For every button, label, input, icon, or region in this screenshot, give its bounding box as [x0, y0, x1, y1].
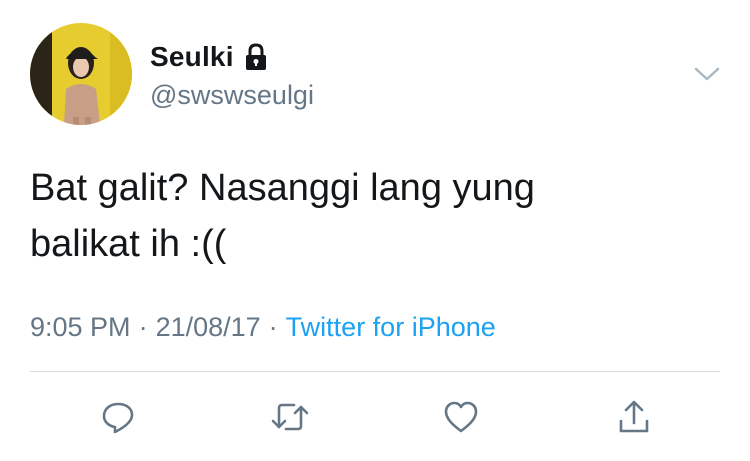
reply-button[interactable]	[98, 397, 138, 437]
lock-icon	[244, 43, 268, 71]
user-name-row: Seulki	[150, 40, 268, 74]
tweet-date: 21/08/17	[155, 312, 261, 342]
user-handle[interactable]: @swswseulgi	[150, 80, 314, 111]
tweet-text-line: balikat ih :((	[30, 223, 227, 265]
chevron-down-icon[interactable]	[693, 64, 721, 84]
like-button[interactable]	[441, 397, 481, 437]
share-icon	[617, 399, 651, 435]
avatar-photo	[30, 23, 132, 125]
retweet-icon	[270, 400, 310, 434]
tweet-source-link[interactable]: Twitter for iPhone	[286, 312, 496, 342]
heart-icon	[443, 400, 479, 434]
reply-icon	[101, 400, 135, 434]
tweet-meta: 9:05 PM · 21/08/17 · Twitter for iPhone	[30, 312, 496, 343]
tweet-time: 9:05 PM	[30, 312, 131, 342]
tweet-text: Bat galit? Nasanggi lang yung balikat ih…	[30, 160, 690, 272]
display-name[interactable]: Seulki	[150, 41, 234, 73]
divider	[30, 371, 720, 372]
meta-separator: ·	[268, 312, 278, 342]
retweet-button[interactable]	[270, 397, 310, 437]
avatar[interactable]	[30, 23, 132, 125]
tweet-text-line: Bat galit? Nasanggi lang yung	[30, 167, 535, 209]
meta-separator: ·	[138, 312, 148, 342]
share-button[interactable]	[614, 397, 654, 437]
